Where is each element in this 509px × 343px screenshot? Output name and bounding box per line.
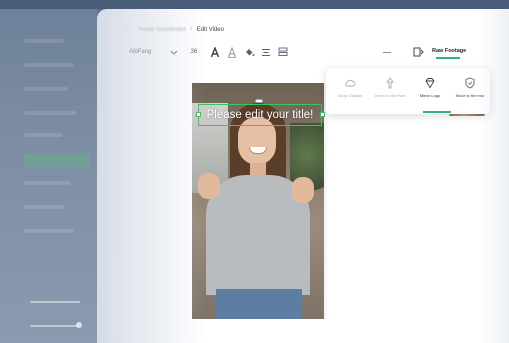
layers-icon[interactable]	[277, 45, 289, 59]
effect-option-label: Mirror Logo	[419, 93, 441, 98]
breadcrumb: ‹ Home Dashboard / Edit Video	[125, 27, 224, 33]
sidebar-item[interactable]	[24, 39, 64, 43]
person-right-hand	[292, 177, 314, 203]
effect-option-label: Arrow to the front	[374, 93, 406, 98]
resize-handle-right[interactable]	[320, 112, 325, 117]
effect-option-show-outside[interactable]: Show Outside	[330, 77, 370, 98]
sidebar-item[interactable]	[24, 133, 62, 137]
usage-slider[interactable]	[30, 325, 78, 327]
sidebar-item-active[interactable]	[24, 153, 90, 167]
resize-handle-left[interactable]	[196, 112, 201, 117]
effect-option-arrow-front[interactable]: Arrow to the front	[370, 77, 410, 98]
page-title: Edit Video	[196, 27, 224, 33]
sidebar-item[interactable]	[24, 87, 68, 91]
effect-option-label: Show Outside	[337, 93, 363, 98]
footage-toggle-icon[interactable]	[411, 45, 425, 59]
cloud-icon	[345, 79, 356, 87]
tab-raw-footage[interactable]: Raw Footage	[432, 48, 466, 54]
text-toolbar: AlbFang 36 Raw Footage	[125, 45, 505, 59]
sidebar-item[interactable]	[24, 205, 64, 209]
person-jeans	[216, 289, 302, 319]
storage-bar	[30, 301, 80, 303]
breadcrumb-parent[interactable]: Home Dashboard	[139, 27, 186, 33]
video-title-text[interactable]: Please edit your title!	[207, 109, 314, 121]
font-family-select[interactable]: AlbFang	[129, 45, 169, 59]
sidebar-item[interactable]	[24, 63, 74, 67]
effect-option-mirror-logo[interactable]: Mirror Logo	[410, 77, 450, 98]
back-button[interactable]: ‹	[125, 27, 127, 33]
right-shade-overlay	[479, 9, 509, 343]
sidebar-item[interactable]	[24, 111, 76, 115]
rotate-handle[interactable]	[255, 99, 263, 103]
arrow-front-icon	[386, 77, 394, 89]
usage-slider-knob[interactable]	[76, 322, 82, 328]
fill-color-icon[interactable]	[243, 45, 255, 59]
effect-popup: Show Outside Arrow to the front Mirror L…	[326, 68, 490, 114]
shield-icon	[465, 77, 475, 89]
editor-panel: ‹ Home Dashboard / Edit Video AlbFang 36	[97, 9, 509, 343]
diamond-icon	[425, 78, 435, 89]
font-size-select[interactable]: 36	[187, 45, 201, 59]
breadcrumb-separator: /	[190, 27, 193, 33]
text-color-icon[interactable]	[209, 45, 221, 59]
sidebar	[0, 9, 97, 343]
more-icon[interactable]	[381, 45, 393, 59]
selected-option-indicator	[423, 111, 451, 113]
sidebar-item[interactable]	[24, 229, 74, 233]
sidebar-item[interactable]	[24, 181, 70, 185]
font-dropdown-icon[interactable]	[169, 45, 179, 59]
text-outline-icon[interactable]	[226, 45, 238, 59]
effect-option-move-to-end[interactable]: Move to the end	[450, 77, 490, 98]
top-bar	[0, 0, 509, 9]
title-text-box[interactable]: Please edit your title!	[198, 104, 322, 126]
left-fade-overlay	[97, 9, 207, 343]
effect-option-label: Move to the end	[455, 93, 485, 98]
tab-active-indicator	[436, 57, 460, 59]
align-icon[interactable]	[260, 45, 272, 59]
person-left-hand	[198, 173, 220, 199]
